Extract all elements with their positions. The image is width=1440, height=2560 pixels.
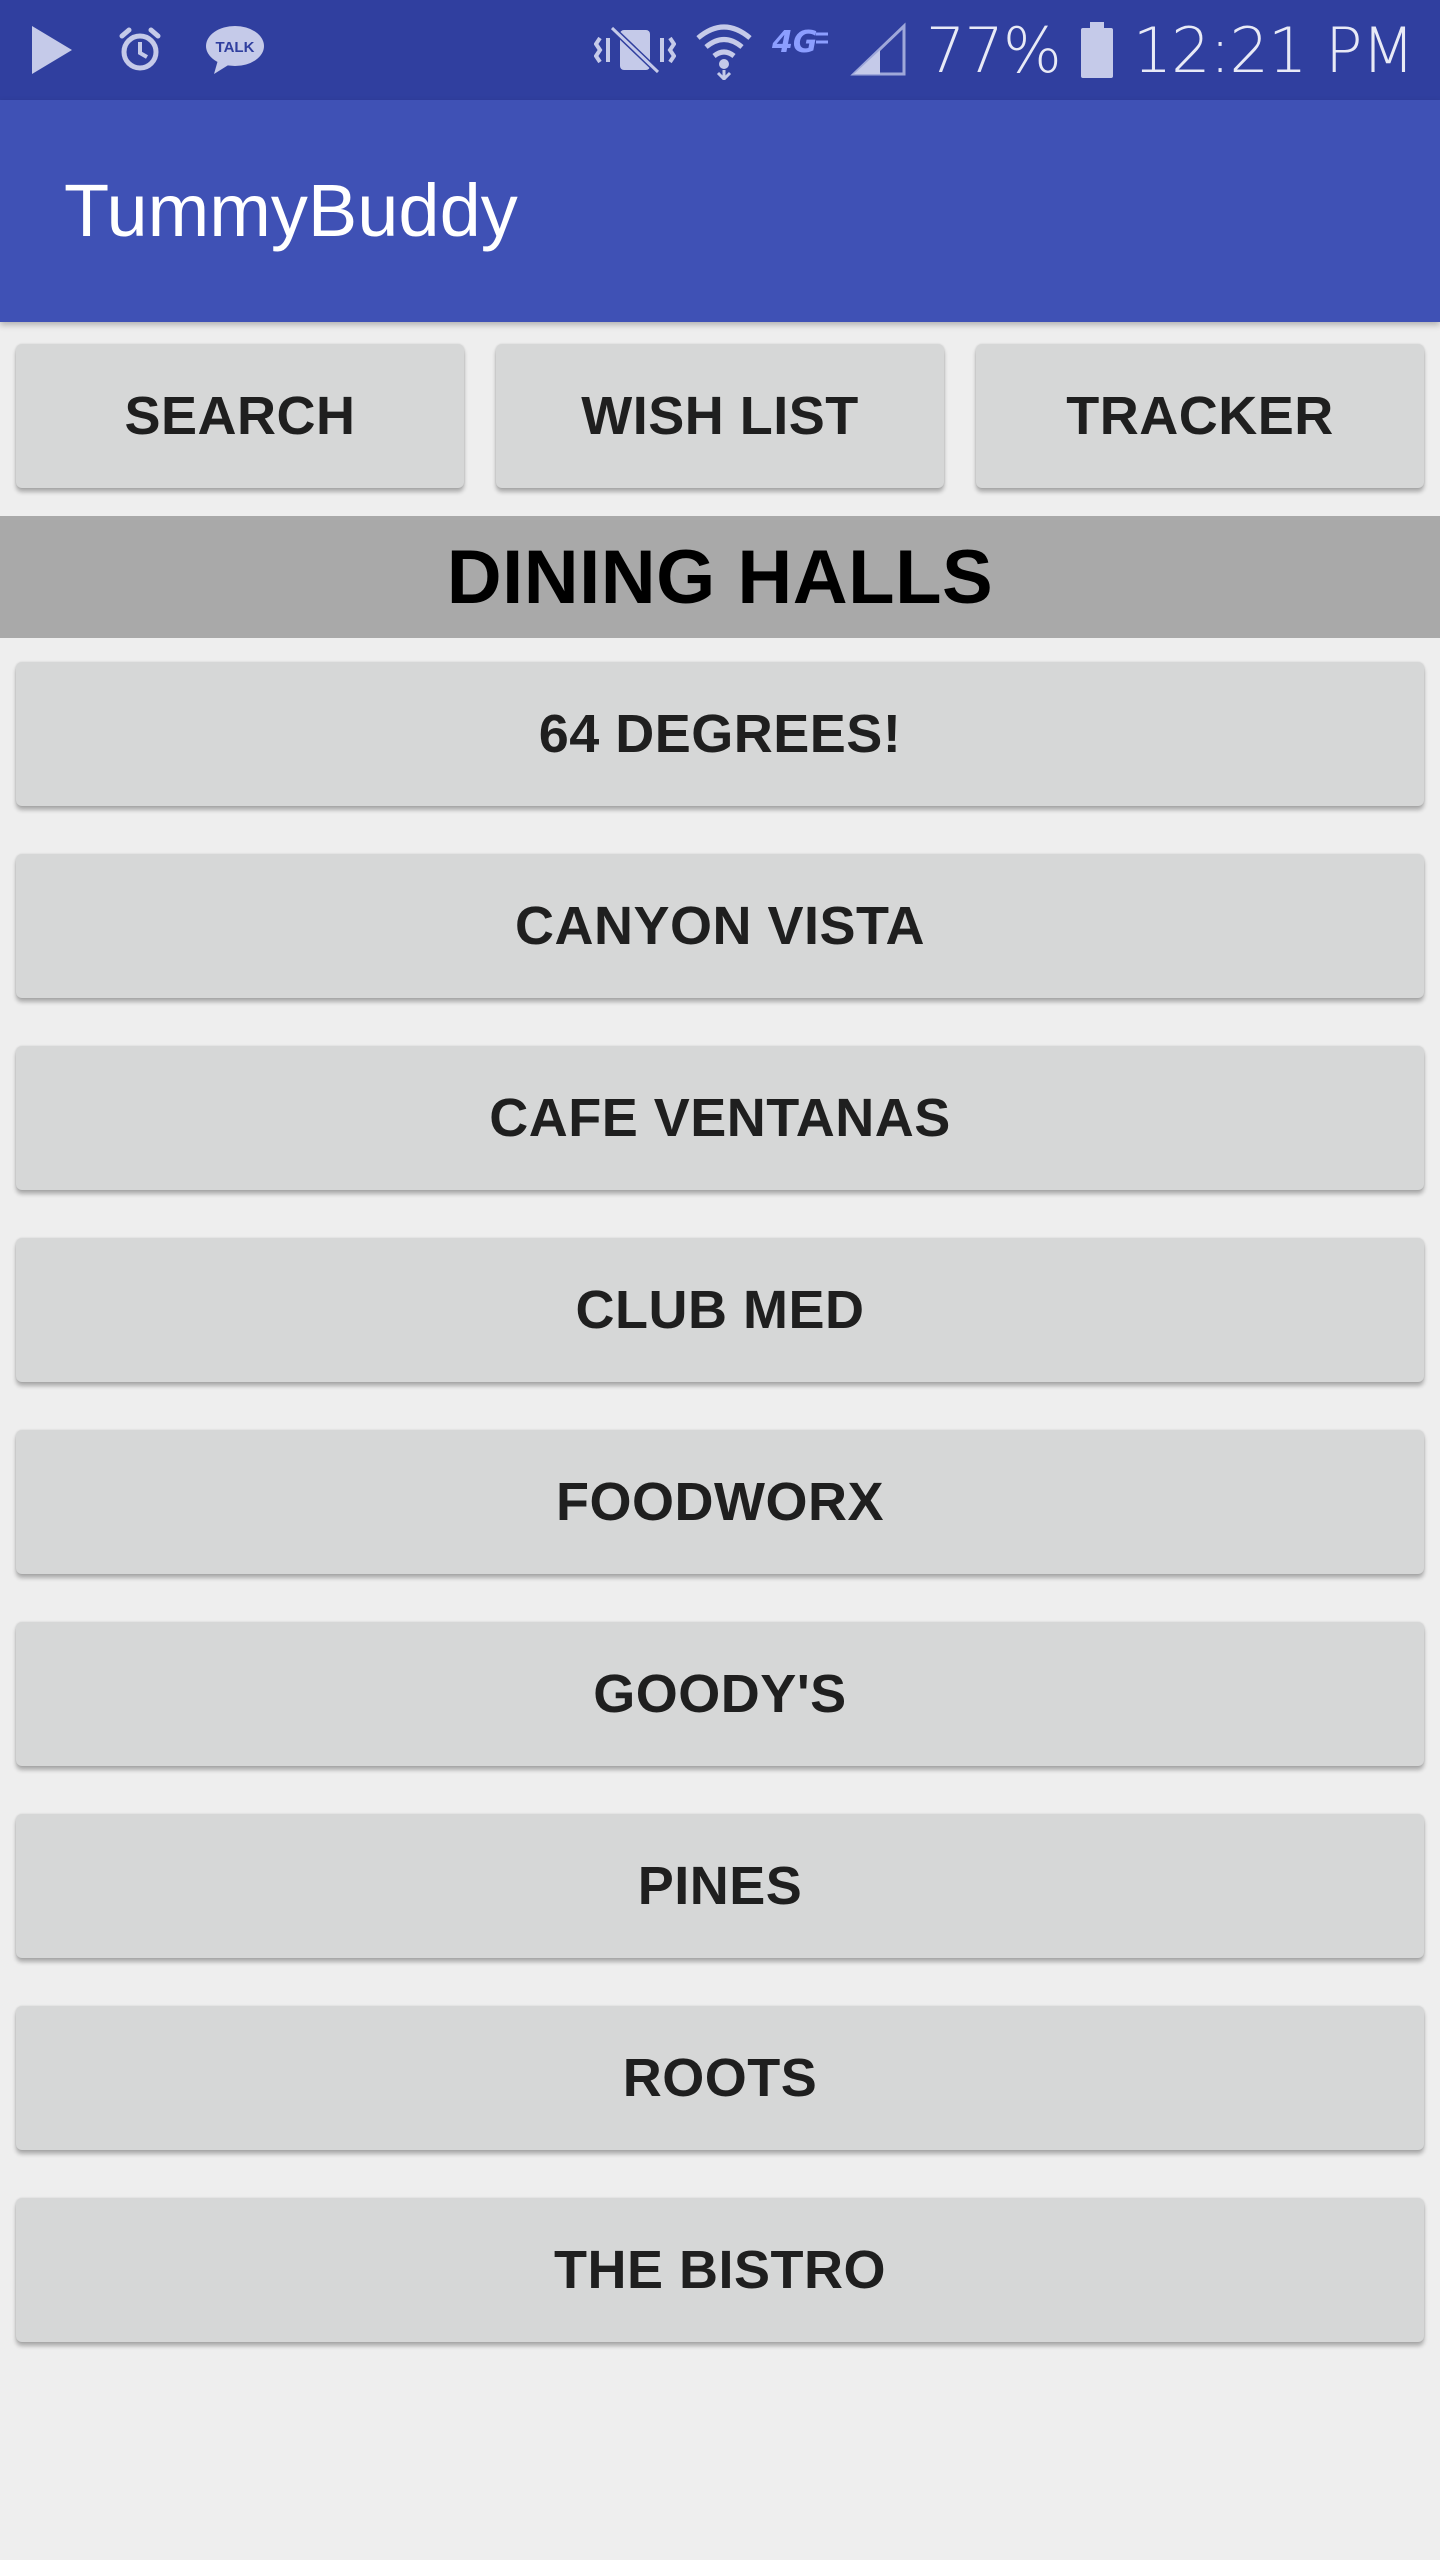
tracker-button[interactable]: TRACKER <box>976 344 1424 488</box>
section-title-dining-halls: DINING HALLS <box>0 516 1440 638</box>
vibrate-icon <box>593 22 676 78</box>
alarm-icon <box>116 26 164 74</box>
dining-hall-button-foodworx[interactable]: FOODWORX <box>16 1430 1424 1574</box>
network-label: 4G <box>772 25 818 60</box>
dining-hall-button-pines[interactable]: PINES <box>16 1814 1424 1958</box>
dining-hall-button-canyon-vista[interactable]: CANYON VISTA <box>16 854 1424 998</box>
dining-hall-button-cafe-ventanas[interactable]: CAFE VENTANAS <box>16 1046 1424 1190</box>
battery-icon <box>1079 20 1115 80</box>
signal-icon <box>850 22 908 78</box>
dining-hall-button-the-bistro[interactable]: THE BISTRO <box>16 2198 1424 2342</box>
app-bar: TummyBuddy <box>0 100 1440 322</box>
talk-badge-text: TALK <box>216 39 255 56</box>
search-button[interactable]: SEARCH <box>16 344 464 488</box>
wish-list-button[interactable]: WISH LIST <box>496 344 944 488</box>
status-right-icons: 4G 77% 12:21 PM <box>593 0 1415 100</box>
dining-hall-button-goodys[interactable]: GOODY'S <box>16 1622 1424 1766</box>
dining-hall-button-roots[interactable]: ROOTS <box>16 2006 1424 2150</box>
wifi-icon <box>694 20 754 80</box>
status-bar: TALK 4G 77% 12:21 PM <box>0 0 1440 100</box>
top-button-row: SEARCH WISH LIST TRACKER <box>0 344 1440 494</box>
status-left-icons: TALK <box>28 18 266 82</box>
dining-hall-button-club-med[interactable]: CLUB MED <box>16 1238 1424 1382</box>
app-title: TummyBuddy <box>64 169 518 252</box>
clock: 12:21 PM <box>1132 13 1415 87</box>
talk-icon: TALK <box>204 22 266 78</box>
play-icon <box>28 22 76 78</box>
battery-percent: 77% <box>925 13 1062 87</box>
network-4g-icon: 4G <box>772 22 832 78</box>
dining-hall-button-64-degrees[interactable]: 64 DEGREES! <box>16 662 1424 806</box>
